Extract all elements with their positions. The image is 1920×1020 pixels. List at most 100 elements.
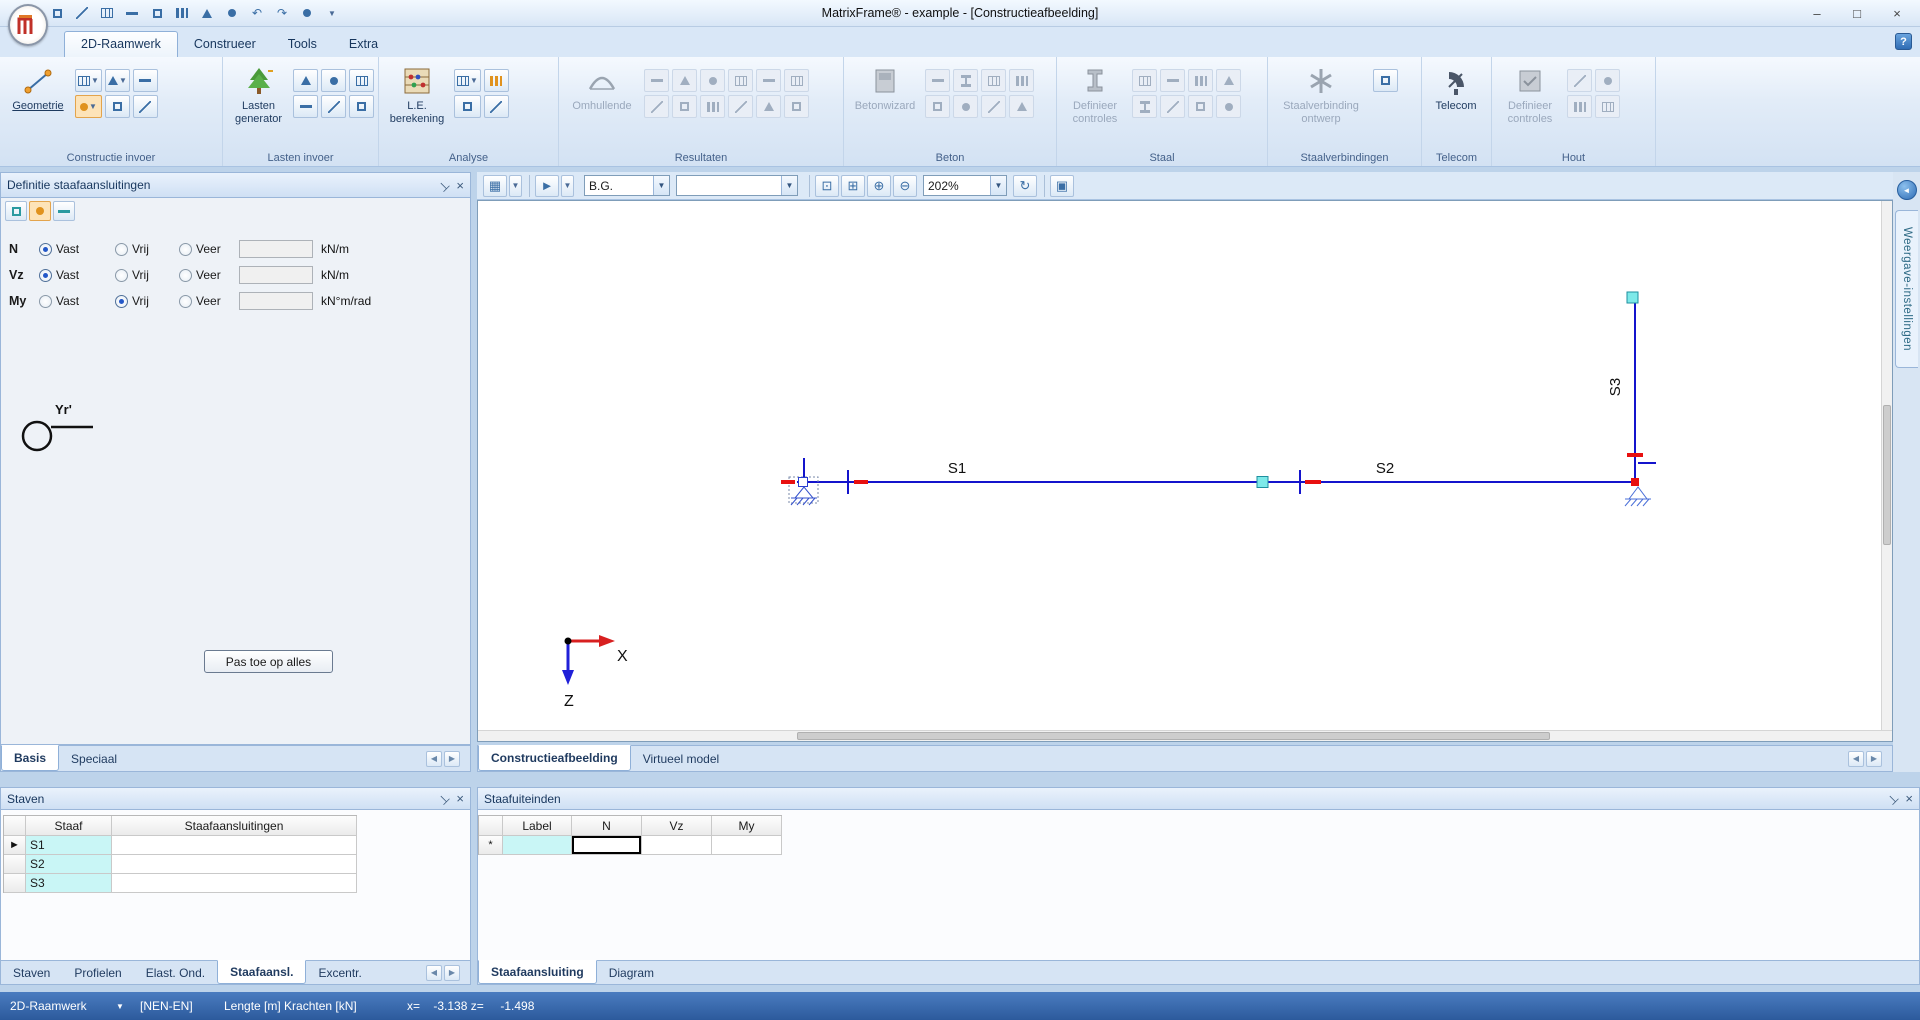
tab-profielen[interactable]: Profielen xyxy=(62,961,133,984)
column-header-staafaansluitingen[interactable]: Staafaansluitingen xyxy=(112,816,357,836)
staafaansluiting-cell[interactable] xyxy=(112,874,357,893)
area-load-icon[interactable] xyxy=(349,69,374,92)
radio-my-veer[interactable]: Veer xyxy=(179,294,239,308)
radio-vz-veer[interactable]: Veer xyxy=(179,268,239,282)
tab-staafaansl[interactable]: Staafaansl. xyxy=(217,960,306,984)
lasten-generator-button[interactable]: Lasten generator xyxy=(228,61,289,147)
staaf-cell[interactable]: S2 xyxy=(26,855,112,874)
statusbar-norm[interactable]: [NEN-EN] xyxy=(140,999,193,1013)
tab-staafaansluiting[interactable]: Staafaansluiting xyxy=(478,960,597,984)
column-header-n[interactable]: N xyxy=(572,816,642,836)
pointer-tool-icon[interactable]: ► xyxy=(535,175,559,197)
close-button[interactable]: × xyxy=(1882,3,1912,23)
radio-circle[interactable] xyxy=(179,243,192,256)
pin-icon[interactable]: ⊤ xyxy=(434,790,452,808)
angle-load-icon[interactable] xyxy=(349,95,374,118)
row-gutter[interactable] xyxy=(4,874,26,893)
telecom-button[interactable]: Telecom xyxy=(1427,61,1485,147)
apply-to-all-button[interactable]: Pas toe op alles xyxy=(204,650,333,673)
matrix-icon[interactable] xyxy=(454,95,481,118)
radio-circle[interactable] xyxy=(39,269,52,282)
tab-elast-ond[interactable]: Elast. Ond. xyxy=(134,961,217,984)
close-panel-icon[interactable]: × xyxy=(456,791,464,806)
tab-scroll-right-icon[interactable]: ▶ xyxy=(444,751,460,767)
tab-scroll-left-icon[interactable]: ◀ xyxy=(426,751,442,767)
my-cell[interactable] xyxy=(712,836,782,855)
zoom-out-icon[interactable]: ⊖ xyxy=(893,175,917,197)
radio-vz-vast[interactable]: Vast xyxy=(39,268,115,282)
radio-circle[interactable] xyxy=(115,295,128,308)
tab-diagram[interactable]: Diagram xyxy=(597,961,666,984)
display-options-dropdown[interactable]: ▼ xyxy=(509,175,522,197)
radio-circle[interactable] xyxy=(179,269,192,282)
point-load-icon[interactable] xyxy=(293,69,318,92)
scrollbar-thumb[interactable] xyxy=(1883,405,1891,545)
radio-n-vrij[interactable]: Vrij xyxy=(115,242,179,256)
node-mid[interactable] xyxy=(1257,477,1268,488)
tab-tools[interactable]: Tools xyxy=(272,32,333,57)
vz-cell[interactable] xyxy=(642,836,712,855)
canvas-vertical-scrollbar[interactable] xyxy=(1881,201,1892,731)
tab-weergave-instellingen[interactable]: Weergave-instellingen xyxy=(1895,210,1918,368)
staaf-cell[interactable]: S3 xyxy=(26,874,112,893)
geometrie-button[interactable]: Geometrie xyxy=(5,61,71,147)
close-panel-icon[interactable]: × xyxy=(1905,791,1913,806)
tab-scroll-left-icon[interactable]: ◀ xyxy=(426,965,442,981)
right-support[interactable] xyxy=(1625,487,1651,506)
moment-load-icon[interactable] xyxy=(321,69,346,92)
zoom-select-icon[interactable]: ⊡ xyxy=(815,175,839,197)
tab-extra[interactable]: Extra xyxy=(333,32,394,57)
rigid-connection-icon[interactable] xyxy=(5,201,27,221)
tab-scroll-left-icon[interactable]: ◀ xyxy=(1848,751,1864,767)
radio-circle[interactable] xyxy=(39,295,52,308)
tab-scroll-right-icon[interactable]: ▶ xyxy=(444,965,460,981)
tab-scroll-right-icon[interactable]: ▶ xyxy=(1866,751,1882,767)
spring-connection-icon[interactable] xyxy=(53,201,75,221)
canvas-horizontal-scrollbar[interactable] xyxy=(478,730,1892,741)
node-connection-icon[interactable]: ▼ xyxy=(75,95,102,118)
column-header-vz[interactable]: Vz xyxy=(642,816,712,836)
scrollbar-thumb[interactable] xyxy=(797,732,1550,740)
row-marker[interactable]: ► xyxy=(4,836,26,855)
node-left[interactable] xyxy=(799,478,808,487)
maximize-button[interactable]: □ xyxy=(1842,3,1872,23)
pin-icon[interactable]: ⊤ xyxy=(1883,790,1901,808)
zoom-window-icon[interactable]: ⊞ xyxy=(841,175,865,197)
n-cell-selected[interactable] xyxy=(572,836,642,855)
column-header-staaf[interactable]: Staaf xyxy=(26,816,112,836)
calculation-settings-icon[interactable]: ▼ xyxy=(454,69,481,92)
staaf-cell[interactable]: S1 xyxy=(26,836,112,855)
line-load-icon[interactable] xyxy=(293,95,318,118)
zoom-in-icon[interactable]: ⊕ xyxy=(867,175,891,197)
tab-staven[interactable]: Staven xyxy=(1,961,62,984)
gutter-header[interactable] xyxy=(479,816,503,836)
statusbar-mode-dropdown[interactable]: ▼ xyxy=(116,1002,124,1011)
redraw-icon[interactable]: ▣ xyxy=(1050,175,1074,197)
close-panel-icon[interactable]: × xyxy=(456,178,464,193)
tab-construeer[interactable]: Construeer xyxy=(178,32,272,57)
tab-basis[interactable]: Basis xyxy=(1,745,59,771)
display-options-icon[interactable]: ▦ xyxy=(483,175,507,197)
radio-circle[interactable] xyxy=(179,295,192,308)
hinged-connection-icon[interactable] xyxy=(29,201,51,221)
radio-circle[interactable] xyxy=(39,243,52,256)
radio-vz-vrij[interactable]: Vrij xyxy=(115,268,179,282)
radio-my-vast[interactable]: Vast xyxy=(39,294,115,308)
zoom-level-combo[interactable]: 202%▼ xyxy=(923,175,1007,196)
radio-n-vast[interactable]: Vast xyxy=(39,242,115,256)
solver-icon[interactable] xyxy=(484,95,509,118)
layer-combo[interactable]: ▼ xyxy=(676,175,798,196)
refresh-view-icon[interactable]: ↻ xyxy=(1013,175,1037,197)
minimize-button[interactable]: – xyxy=(1802,3,1832,23)
column-header-label[interactable]: Label xyxy=(503,816,572,836)
tab-virtueel-model[interactable]: Virtueel model xyxy=(631,746,732,771)
hatch-icon[interactable] xyxy=(133,95,158,118)
roof-generator-icon[interactable]: ▼ xyxy=(105,69,130,92)
tab-constructieafbeelding[interactable]: Constructieafbeelding xyxy=(478,745,631,771)
row-gutter[interactable] xyxy=(4,855,26,874)
expand-panel-button[interactable]: ◄ xyxy=(1897,180,1917,200)
support-icon[interactable] xyxy=(105,95,130,118)
staafaansluiting-cell[interactable] xyxy=(112,855,357,874)
radio-my-vrij[interactable]: Vrij xyxy=(115,294,179,308)
new-row-marker[interactable]: * xyxy=(479,836,503,855)
